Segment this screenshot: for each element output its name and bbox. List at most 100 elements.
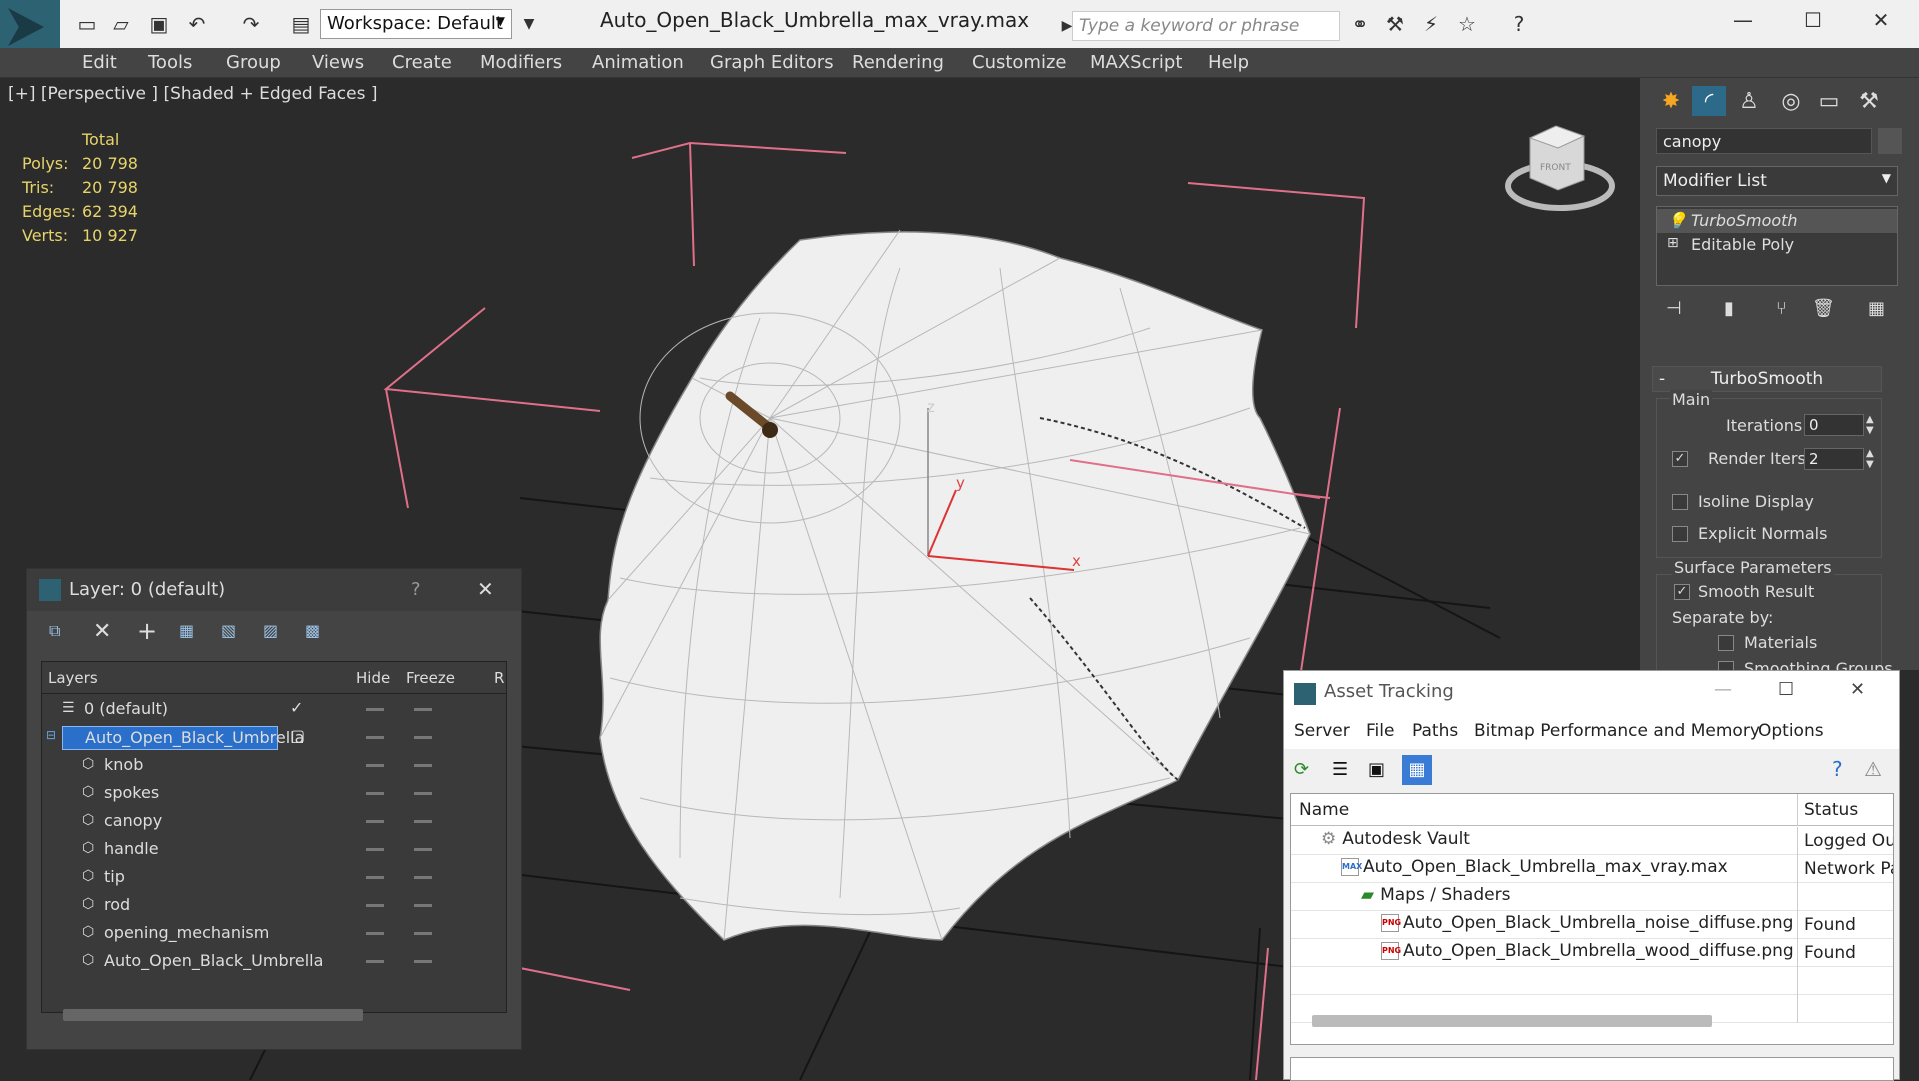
delete-layer-icon[interactable]: ✕ [93,619,111,644]
freeze-all-icon[interactable]: ▩ [305,621,320,640]
hide-toggle[interactable] [366,960,384,963]
smooth-result-checkbox[interactable]: ✓ [1674,584,1690,600]
layer-row[interactable]: ⊟☰Auto_Open_Black_Umbrella▢ [42,724,506,752]
viewport-label-menu[interactable]: [+] [Perspective ] [Shaded + Edged Faces… [8,84,377,104]
save-file-icon[interactable]: ▣ [144,9,174,39]
table-view-icon[interactable]: ▦ [1402,755,1432,785]
viewcube[interactable]: FRONT [1505,125,1615,211]
close-icon[interactable]: ✕ [1866,5,1896,35]
column-name[interactable]: Name [1299,800,1349,820]
layer-row[interactable]: ⬡ handle [42,836,506,864]
open-file-icon[interactable]: ▱ [106,9,136,39]
layer-row[interactable]: ⬡ knob [42,752,506,780]
turbosmooth-rollout-header[interactable]: - TurboSmooth [1652,366,1882,392]
isoline-checkbox[interactable] [1672,494,1688,510]
asset-window-titlebar[interactable]: Asset Tracking — ☐ ✕ [1284,671,1899,715]
layer-row[interactable]: ☰ 0 (default) ✓ [42,696,506,724]
help-icon[interactable]: ? [1504,9,1534,39]
hierarchy-tab-icon[interactable]: ♙ [1732,86,1766,116]
menu-graph-editors[interactable]: Graph Editors [710,48,834,78]
layer-row[interactable]: ⬡ rod [42,892,506,920]
layer-row[interactable]: ⬡ canopy [42,808,506,836]
help-icon[interactable]: ? [1832,757,1843,781]
asset-row[interactable]: PNG Auto_Open_Black_Umbrella_noise_diffus… [1291,911,1893,939]
hide-toggle[interactable] [366,876,384,879]
column-freeze[interactable]: Freeze [406,669,455,687]
stack-item-turbosmooth[interactable]: 💡 TurboSmooth [1657,209,1897,233]
column-status[interactable]: Status [1797,794,1893,826]
asset-row[interactable]: PNG Auto_Open_Black_Umbrella_wood_diffuse… [1291,939,1893,967]
umbrella-canopy[interactable] [599,231,1311,941]
hide-toggle[interactable] [366,904,384,907]
pin-stack-icon[interactable]: ⊣ [1666,298,1682,319]
menu-edit[interactable]: Edit [82,48,117,78]
modify-tab-icon[interactable]: ◜ [1692,86,1726,116]
expand-plus-icon[interactable]: ⊞ [1667,235,1679,251]
stack-item-editable-poly[interactable]: ⊞ Editable Poly [1657,233,1897,257]
menu-modifiers[interactable]: Modifiers [480,48,562,78]
menu-maxscript[interactable]: MAXScript [1090,48,1182,78]
render-iters-spinner[interactable]: 2 [1804,448,1864,470]
asset-row[interactable]: ▰ Maps / Shaders [1291,883,1893,911]
select-objects-icon[interactable]: ▦ [179,621,194,640]
object-name-input[interactable]: canopy [1656,128,1872,154]
asset-row[interactable]: MAXAuto_Open_Black_Umbrella_max_vray.max… [1291,855,1893,883]
freeze-toggle[interactable] [414,960,432,963]
project-folder-icon[interactable]: ▤ [286,9,316,39]
freeze-toggle[interactable] [414,820,432,823]
freeze-toggle[interactable] [414,876,432,879]
help-icon[interactable]: ? [411,579,421,600]
layer-row[interactable]: ⬡ spokes [42,780,506,808]
asset-row[interactable]: ⚙ Autodesk Vault Logged Out [1291,827,1893,855]
freeze-toggle[interactable] [414,848,432,851]
layer-row[interactable]: ⬡ Auto_Open_Black_Umbrella [42,948,506,976]
workspace-dropdown[interactable]: Workspace: Default ▼ [320,9,512,39]
freeze-toggle[interactable] [414,736,432,739]
explicit-normals-checkbox[interactable] [1672,526,1688,542]
menu-customize[interactable]: Customize [972,48,1066,78]
maximize-icon[interactable]: ☐ [1798,5,1828,35]
freeze-toggle[interactable] [414,792,432,795]
set-current-layer-icon[interactable]: ▢ [290,726,305,745]
utilities-tab-icon[interactable]: ⚒ [1852,86,1886,116]
workspace-menu-icon[interactable]: ▼ [514,9,544,39]
asset-menu-file[interactable]: File [1366,721,1394,741]
freeze-toggle[interactable] [414,708,432,711]
menu-help[interactable]: Help [1208,48,1249,78]
hide-toggle[interactable] [366,708,384,711]
new-layer-icon[interactable]: ⧉ [49,621,60,641]
asset-menu-options[interactable]: Options [1758,721,1824,741]
layer-window-titlebar[interactable]: Layer: 0 (default) ? ✕ [27,569,521,611]
layer-row[interactable]: ⬡ opening_mechanism [42,920,506,948]
asset-menu-server[interactable]: Server [1294,721,1350,741]
close-icon[interactable]: ✕ [1850,679,1865,700]
undo-icon[interactable]: ↶ [182,9,212,39]
modifier-list-dropdown[interactable]: Modifier List ▼ [1656,166,1898,196]
column-render[interactable]: R [494,669,506,687]
tools-icon[interactable]: ⚒ [1380,9,1410,39]
freeze-toggle[interactable] [414,904,432,907]
redo-icon[interactable]: ↷ [236,9,266,39]
spinner-arrows-icon[interactable]: ▲ ▼ [1866,448,1874,470]
make-unique-icon[interactable]: ⑂ [1776,298,1787,319]
object-color-swatch[interactable] [1878,128,1902,154]
hide-all-icon[interactable]: ▨ [263,621,278,640]
thumbnail-view-icon[interactable]: ▣ [1368,759,1385,780]
horizontal-scrollbar[interactable] [1312,1015,1712,1027]
lightbulb-icon[interactable]: 💡 [1667,211,1687,230]
new-file-icon[interactable]: ▭ [72,9,102,39]
horizontal-scrollbar[interactable] [63,1009,363,1021]
freeze-toggle[interactable] [414,932,432,935]
configure-sets-icon[interactable]: ▦ [1868,298,1885,319]
asset-menu-paths[interactable]: Paths [1412,721,1458,741]
menu-group[interactable]: Group [226,48,281,78]
hide-toggle[interactable] [366,792,384,795]
asset-menu-bitmap[interactable]: Bitmap Performance and Memory [1474,721,1760,741]
layer-row[interactable]: ⬡ tip [42,864,506,892]
menu-views[interactable]: Views [312,48,364,78]
render-iters-checkbox[interactable]: ✓ [1672,451,1688,467]
menu-rendering[interactable]: Rendering [852,48,944,78]
motion-tab-icon[interactable]: ◎ [1774,86,1808,116]
menu-animation[interactable]: Animation [592,48,684,78]
minimize-icon[interactable]: — [1714,679,1732,700]
